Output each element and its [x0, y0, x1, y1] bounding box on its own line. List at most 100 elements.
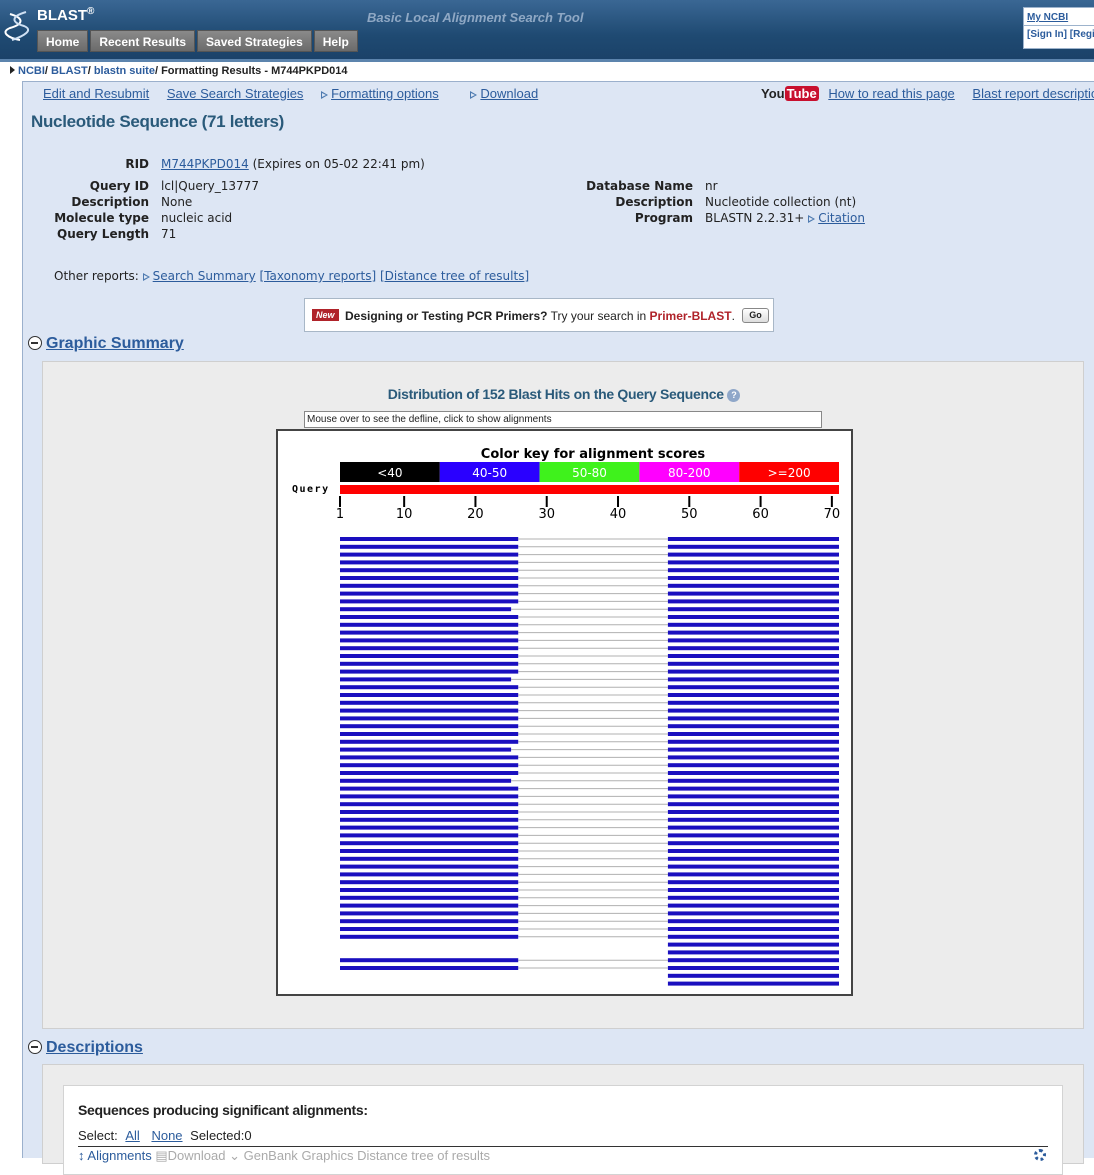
- collapse-minus-icon[interactable]: [28, 336, 42, 350]
- taxonomy-reports-link[interactable]: [Taxonomy reports]: [260, 269, 377, 283]
- distance-tree-button[interactable]: Distance tree of results: [357, 1148, 490, 1163]
- download-button[interactable]: ▤Download ⌄: [155, 1148, 240, 1163]
- hit-bar: [340, 685, 519, 690]
- genbank-button[interactable]: GenBank: [244, 1148, 298, 1163]
- hit-bar: [340, 786, 519, 791]
- tick-label: 60: [752, 507, 769, 522]
- distance-tree-link[interactable]: [Distance tree of results]: [380, 269, 529, 283]
- breadcrumb-ncbi[interactable]: NCBI: [18, 65, 45, 77]
- hit-bar: [667, 646, 839, 651]
- hit-bar: [340, 599, 519, 604]
- hit-bar: [340, 849, 519, 853]
- select-row: Select: All None Selected:0: [78, 1128, 252, 1143]
- program-label: Program: [634, 211, 693, 225]
- description-value: None: [161, 195, 193, 209]
- page-title: Nucleotide Sequence (71 letters): [31, 112, 285, 131]
- rid-value: M744PKPD014 (Expires on 05-02 22:41 pm): [161, 157, 425, 171]
- hit-bar: [667, 630, 839, 635]
- alignment-chart[interactable]: Color key for alignment scores <40 40-50 50…: [276, 429, 853, 996]
- formatting-options-toggle[interactable]: Formatting options: [321, 86, 453, 101]
- download-toggle[interactable]: Download: [470, 86, 552, 101]
- hit-bar: [667, 763, 839, 768]
- hit-bar: [667, 677, 839, 682]
- hit-bar: [340, 576, 519, 580]
- select-all-link[interactable]: All: [125, 1128, 139, 1143]
- other-reports: Other reports: Search Summary [Taxonomy …: [54, 269, 530, 283]
- hit-bar: [340, 833, 519, 838]
- hit-bar: [340, 966, 519, 970]
- hit-bar: [667, 552, 839, 557]
- hit-bar: [340, 856, 519, 861]
- hit-bar: [340, 568, 519, 573]
- hit-bar: [340, 622, 519, 627]
- hit-bar: [340, 771, 519, 775]
- hit-bar: [340, 630, 519, 635]
- tab-home[interactable]: Home: [37, 30, 89, 52]
- hit-bar: [667, 607, 839, 612]
- query-bar: [340, 485, 839, 494]
- hit-bar: [340, 880, 519, 885]
- hit-bar: [667, 700, 839, 705]
- go-button[interactable]: Go: [742, 308, 769, 323]
- hit-bar: [340, 810, 519, 814]
- hit-bar: [340, 919, 519, 924]
- rid-label: RID: [125, 157, 149, 171]
- hit-bar: [340, 895, 519, 900]
- breadcrumb-blast[interactable]: BLAST: [51, 65, 88, 77]
- graphic-summary-heading[interactable]: Graphic Summary: [46, 335, 184, 353]
- report-description-link[interactable]: Blast report description: [972, 86, 1094, 101]
- edit-resubmit-link[interactable]: Edit and Resubmit: [43, 86, 149, 101]
- hit-bar: [667, 981, 839, 986]
- select-none-link[interactable]: None: [151, 1128, 182, 1143]
- hit-bar: [340, 607, 512, 612]
- database-name-value: nr: [705, 179, 718, 193]
- hit-bar: [667, 903, 839, 908]
- rid-link[interactable]: M744PKPD014: [161, 157, 249, 171]
- descriptions-panel: Sequences producing significant alignmen…: [42, 1064, 1084, 1175]
- tab-recent-results[interactable]: Recent Results: [90, 30, 196, 52]
- youtube-icon[interactable]: You Tube: [761, 86, 819, 101]
- hit-bar: [340, 537, 519, 541]
- help-icon[interactable]: ?: [727, 388, 741, 402]
- hit-bar: [340, 927, 519, 931]
- hit-bar: [340, 708, 519, 713]
- toolbar-right: You Tube How to read this page Blast repo…: [761, 86, 1094, 101]
- hit-bar: [667, 599, 839, 604]
- how-to-read-link[interactable]: How to read this page: [828, 86, 954, 101]
- sign-in-link[interactable]: [Sign In] [Register]: [1024, 25, 1094, 43]
- hit-bar: [340, 583, 519, 588]
- tab-help[interactable]: Help: [313, 30, 358, 52]
- hit-bar: [667, 966, 839, 970]
- breadcrumb-blastn-suite[interactable]: blastn suite: [94, 65, 155, 77]
- triangle-right-icon: [142, 272, 150, 281]
- hit-bar: [667, 786, 839, 791]
- hit-bar: [667, 583, 839, 588]
- tick-label: 20: [467, 507, 484, 522]
- primer-blast-link[interactable]: Primer-BLAST: [650, 309, 732, 323]
- breadcrumb-current: Formatting Results - M744PKPD014: [161, 65, 348, 77]
- save-strategies-link[interactable]: Save Search Strategies: [167, 86, 304, 101]
- hit-bar: [340, 544, 519, 549]
- hit-bar: [667, 825, 839, 830]
- tab-saved-strategies[interactable]: Saved Strategies: [197, 30, 312, 52]
- gear-icon[interactable]: [1034, 1149, 1046, 1161]
- hit-bar: [340, 755, 519, 760]
- my-ncbi-link[interactable]: My NCBI: [1024, 8, 1094, 25]
- triangle-right-icon: [321, 90, 329, 99]
- citation-link[interactable]: Citation: [818, 211, 865, 225]
- blast-logo[interactable]: BLAST®: [37, 6, 94, 24]
- collapse-minus-icon[interactable]: [28, 1040, 42, 1054]
- alignments-button[interactable]: ↕ Alignments: [78, 1148, 152, 1163]
- hit-bar: [667, 942, 839, 947]
- hit-bar: [340, 825, 519, 830]
- hit-bar: [340, 872, 519, 877]
- primer-blast-banner: New Designing or Testing PCR Primers? Tr…: [304, 298, 774, 332]
- search-summary-link[interactable]: Search Summary: [153, 269, 256, 283]
- graphics-button[interactable]: Graphics: [301, 1148, 353, 1163]
- hit-bar: [667, 911, 839, 916]
- db-description-label: Description: [615, 195, 693, 209]
- hit-bar: [340, 817, 519, 822]
- descriptions-heading[interactable]: Descriptions: [46, 1039, 143, 1057]
- molecule-type-label: Molecule type: [54, 211, 149, 225]
- hit-bar: [340, 654, 519, 658]
